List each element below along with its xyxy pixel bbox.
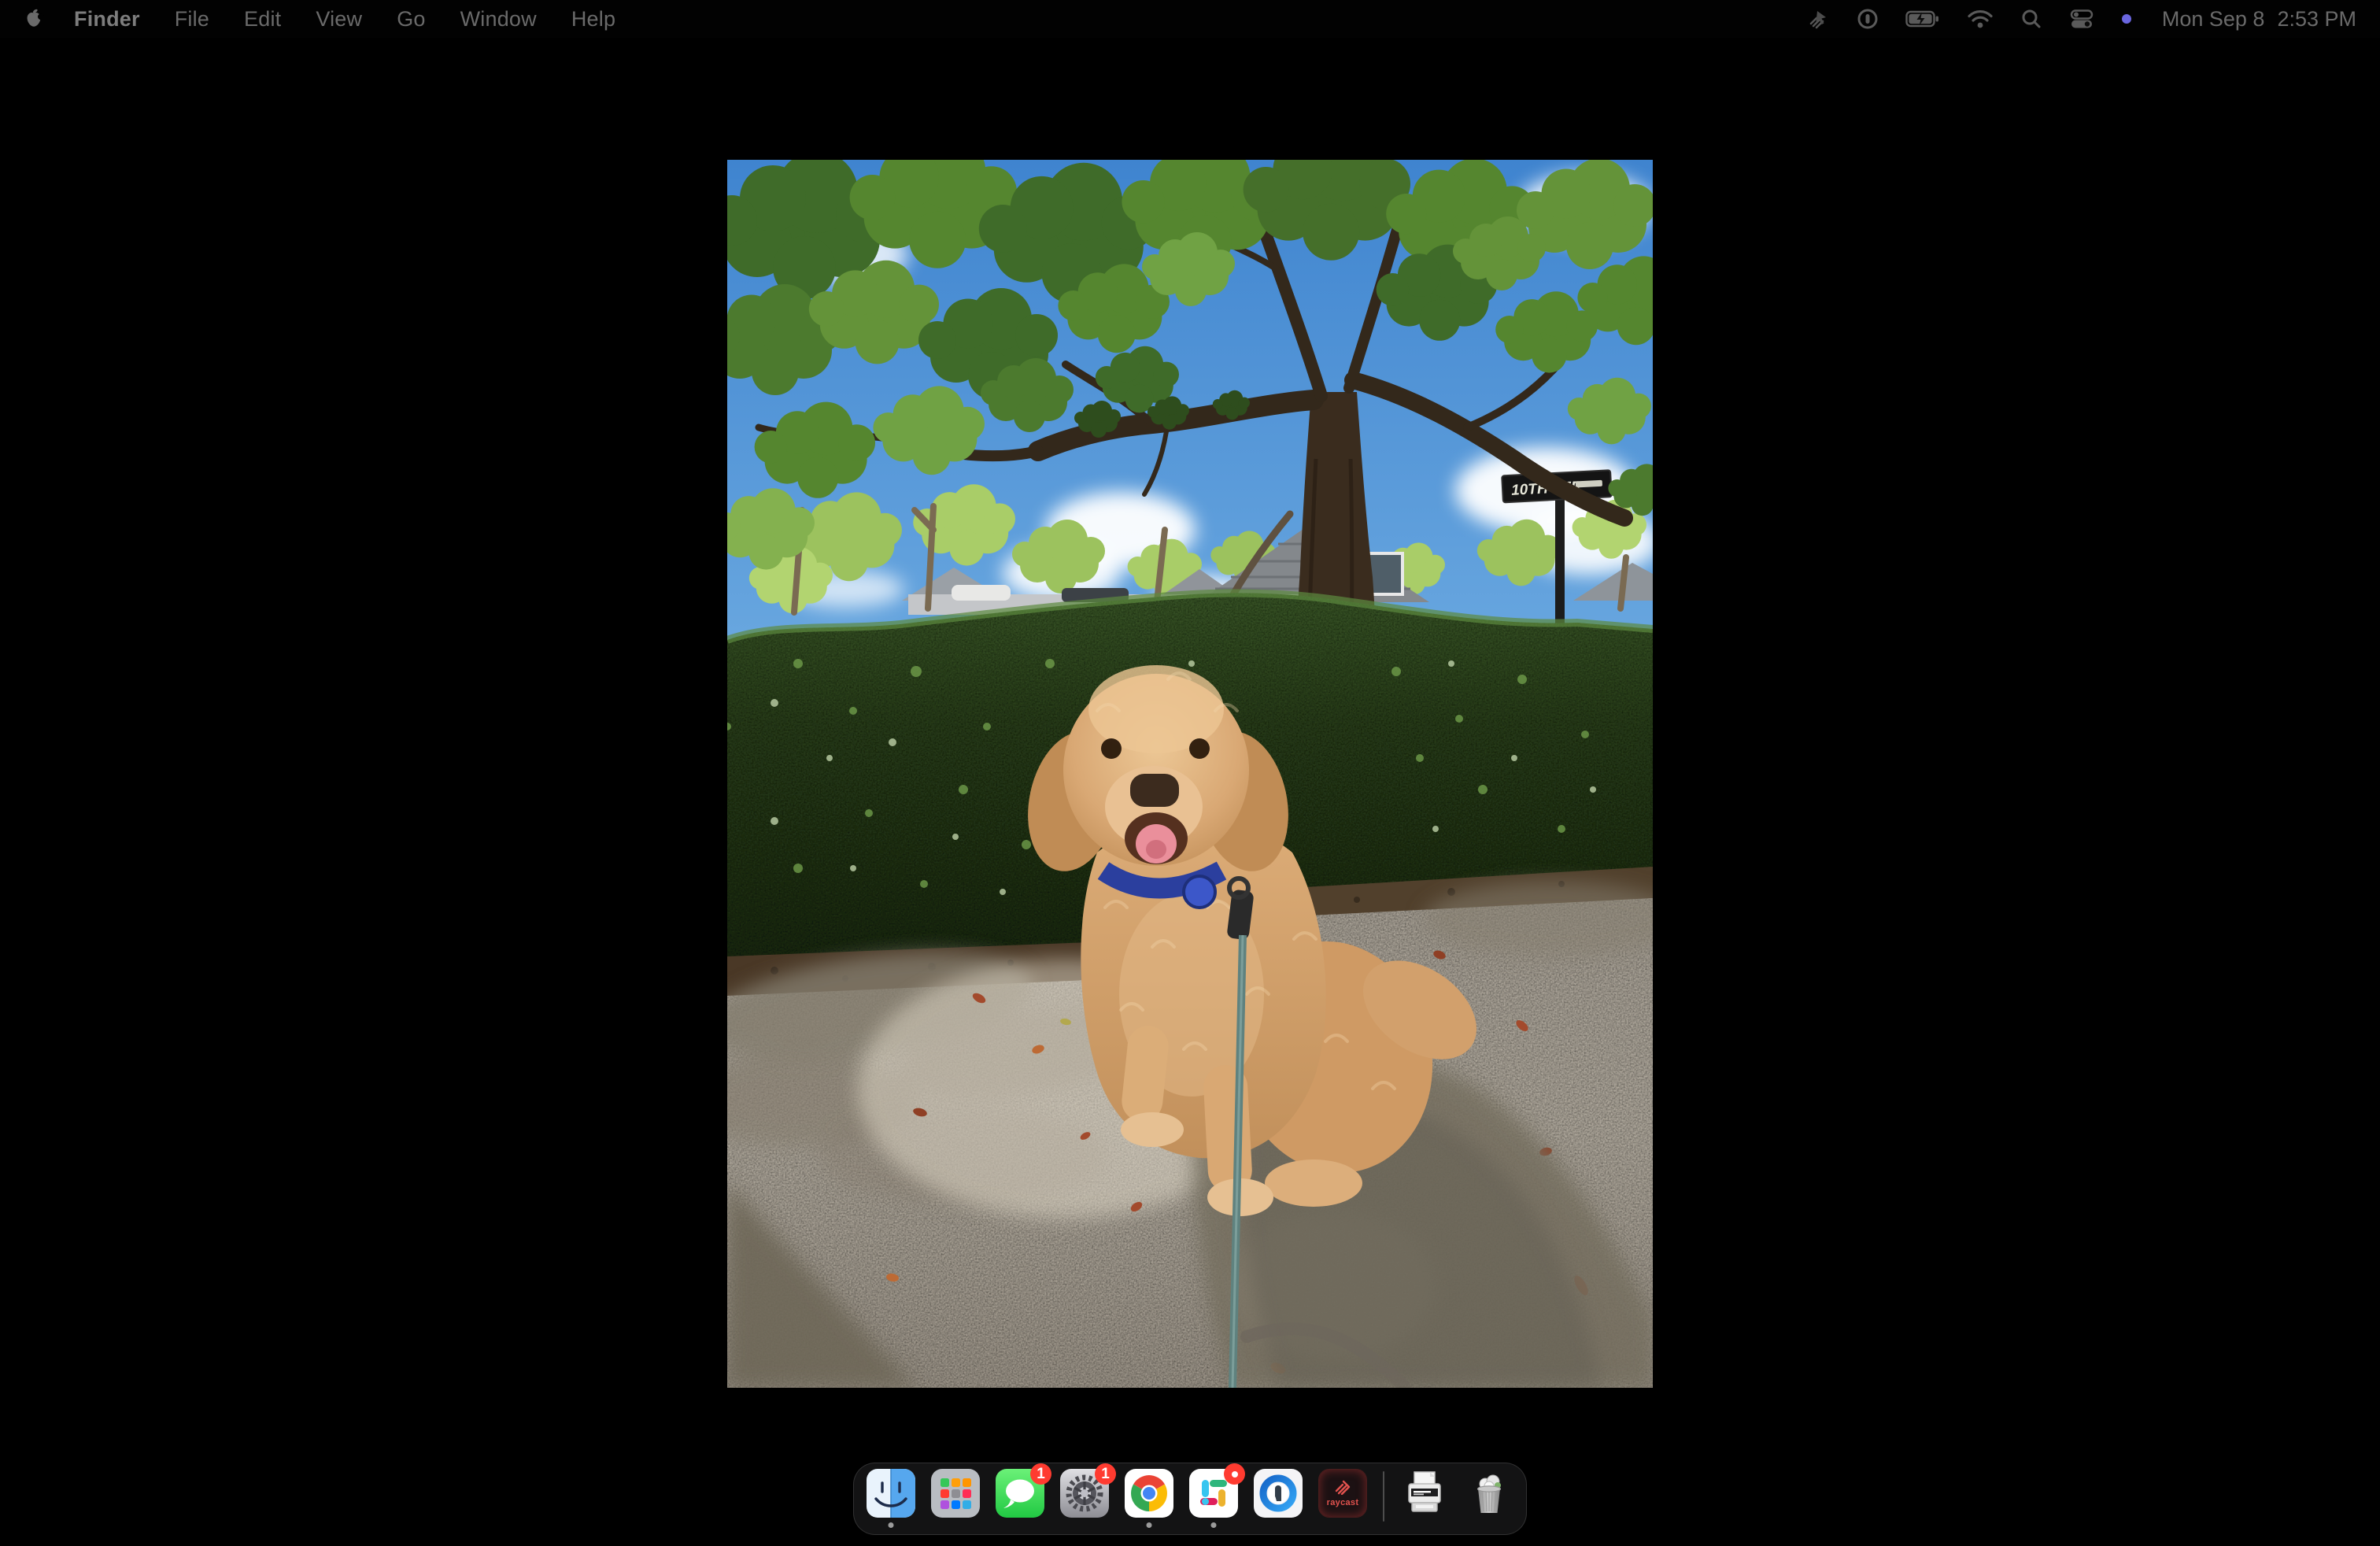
dock-item-raycast[interactable]: raycast	[1318, 1469, 1367, 1530]
dock-item-1password[interactable]	[1254, 1469, 1303, 1530]
finder-icon	[867, 1469, 915, 1518]
apple-menu-icon[interactable]	[24, 9, 44, 29]
spotlight-search-icon[interactable]	[2020, 8, 2042, 30]
dock-item-launchpad[interactable]	[931, 1469, 980, 1530]
control-center-icon[interactable]	[2069, 8, 2094, 30]
menu-help[interactable]: Help	[571, 7, 615, 31]
notification-badge: 1	[1030, 1463, 1051, 1485]
running-indicator	[1211, 1522, 1217, 1528]
raycast-icon: raycast	[1318, 1469, 1367, 1518]
dock: 1 1	[853, 1463, 1527, 1535]
collar-tag	[1184, 876, 1215, 908]
1password-icon	[1254, 1469, 1303, 1518]
focus-indicator-dot[interactable]	[2121, 13, 2132, 24]
cursor-icon[interactable]	[1806, 7, 1830, 31]
raycast-label: raycast	[1327, 1498, 1359, 1507]
printer-icon	[1400, 1469, 1449, 1518]
menu-file[interactable]: File	[175, 7, 209, 31]
chrome-icon	[1125, 1469, 1173, 1518]
menu-window[interactable]: Window	[460, 7, 537, 31]
dock-divider	[1383, 1471, 1384, 1522]
notification-badge: 1	[1095, 1463, 1116, 1485]
menu-go[interactable]: Go	[397, 7, 425, 31]
dock-item-system-settings[interactable]: 1	[1060, 1469, 1109, 1530]
notification-badge-dot	[1224, 1463, 1245, 1485]
dock-item-printer[interactable]	[1400, 1469, 1449, 1530]
running-indicator	[1147, 1522, 1152, 1528]
dock-item-trash[interactable]	[1465, 1469, 1513, 1530]
onepassword-menu-icon[interactable]	[1857, 8, 1879, 30]
menu-app-finder[interactable]: Finder	[74, 7, 140, 31]
photo-illustration: 10TH TER	[727, 160, 1653, 1388]
launchpad-icon	[931, 1469, 980, 1518]
menubar-clock[interactable]: Mon Sep 8 2:53 PM	[2162, 7, 2356, 31]
dock-item-finder[interactable]	[867, 1469, 915, 1530]
wifi-icon[interactable]	[1967, 9, 1994, 29]
trash-full-icon	[1465, 1469, 1513, 1518]
desktop-photo: 10TH TER	[727, 160, 1653, 1388]
menu-edit[interactable]: Edit	[244, 7, 281, 31]
running-indicator	[889, 1522, 894, 1528]
menu-bar: Finder File Edit View Go Window Help	[0, 0, 2380, 38]
dock-item-slack[interactable]	[1189, 1469, 1238, 1530]
battery-charging-icon[interactable]	[1905, 9, 1940, 29]
menubar-date: Mon Sep 8	[2162, 7, 2265, 31]
menubar-time: 2:53 PM	[2277, 7, 2356, 31]
dock-item-chrome[interactable]	[1125, 1469, 1173, 1530]
dock-item-messages[interactable]: 1	[996, 1469, 1044, 1530]
raycast-logo-glyph	[1334, 1479, 1351, 1495]
menu-view[interactable]: View	[316, 7, 362, 31]
